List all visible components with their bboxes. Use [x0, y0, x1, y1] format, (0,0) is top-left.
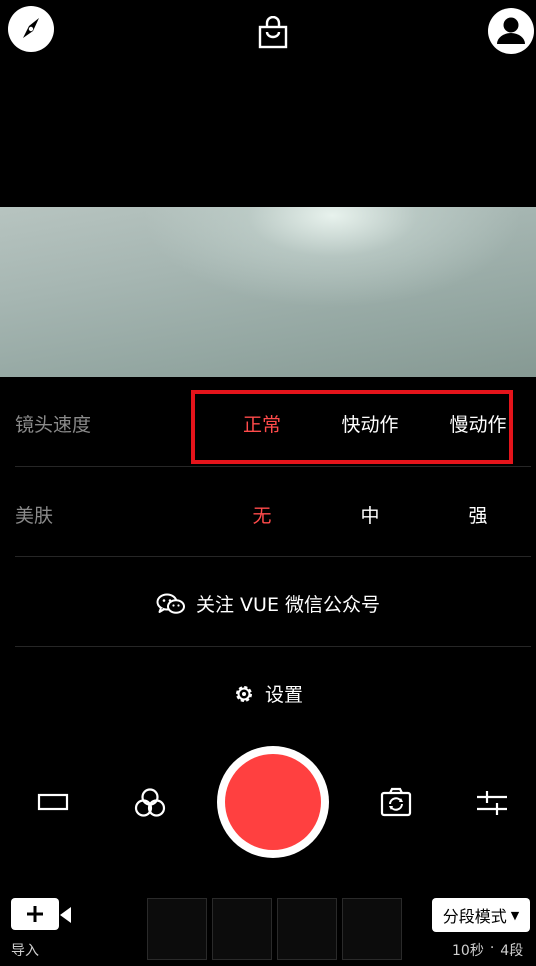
speed-options-highlight-box: [191, 390, 513, 464]
camera-preview: [0, 207, 536, 377]
settings-text: 设置: [264, 684, 303, 706]
record-button[interactable]: [225, 754, 321, 850]
beauty-option-medium[interactable]: 中: [330, 501, 410, 528]
segment-slot: [277, 898, 337, 960]
import-label: 导入: [11, 943, 39, 959]
segment-mode-dropdown[interactable]: 分段模式 ▼: [432, 898, 530, 932]
shop-button[interactable]: [256, 15, 290, 50]
aspect-ratio-button[interactable]: [36, 790, 70, 818]
duration-info: 10秒 · 4段: [452, 940, 523, 960]
chevron-down-icon: ▼: [510, 908, 520, 922]
divider: [15, 466, 531, 467]
compass-button[interactable]: [8, 6, 54, 52]
follow-wechat-text: 关注 VUE 微信公众号: [196, 594, 380, 616]
compass-icon: [23, 18, 39, 38]
gear-icon: [235, 685, 252, 702]
aspect-ratio-icon: [37, 793, 69, 811]
beauty-label: 美肤: [15, 505, 54, 527]
segment-slot: [212, 898, 272, 960]
duration-text: 10秒: [452, 943, 484, 959]
shopping-bag-icon: [258, 15, 288, 49]
beauty-option-none[interactable]: 无: [222, 501, 302, 528]
segment-slot: [147, 898, 207, 960]
wechat-icon: [156, 593, 185, 614]
plus-icon: [27, 906, 43, 922]
separator-dot: ·: [489, 940, 495, 956]
switch-camera-icon: [380, 787, 412, 817]
user-profile-icon: [497, 17, 525, 44]
switch-camera-button[interactable]: [379, 785, 413, 823]
filter-button[interactable]: [132, 785, 168, 825]
divider: [15, 646, 531, 647]
beauty-option-strong[interactable]: 强: [438, 501, 518, 528]
adjust-button[interactable]: [475, 787, 509, 823]
filter-icon: [134, 788, 166, 817]
import-button[interactable]: [11, 898, 59, 930]
adjust-sliders-icon: [477, 791, 507, 815]
video-camera-icon: [60, 905, 72, 929]
follow-wechat-row[interactable]: 关注 VUE 微信公众号: [0, 590, 536, 621]
segment-mode-label: 分段模式: [442, 907, 507, 926]
segment-slot: [342, 898, 402, 960]
segment-count-text: 4段: [500, 943, 524, 959]
speed-label: 镜头速度: [15, 414, 92, 436]
settings-row[interactable]: 设置: [0, 680, 536, 710]
profile-button[interactable]: [488, 8, 534, 54]
divider: [15, 556, 531, 557]
